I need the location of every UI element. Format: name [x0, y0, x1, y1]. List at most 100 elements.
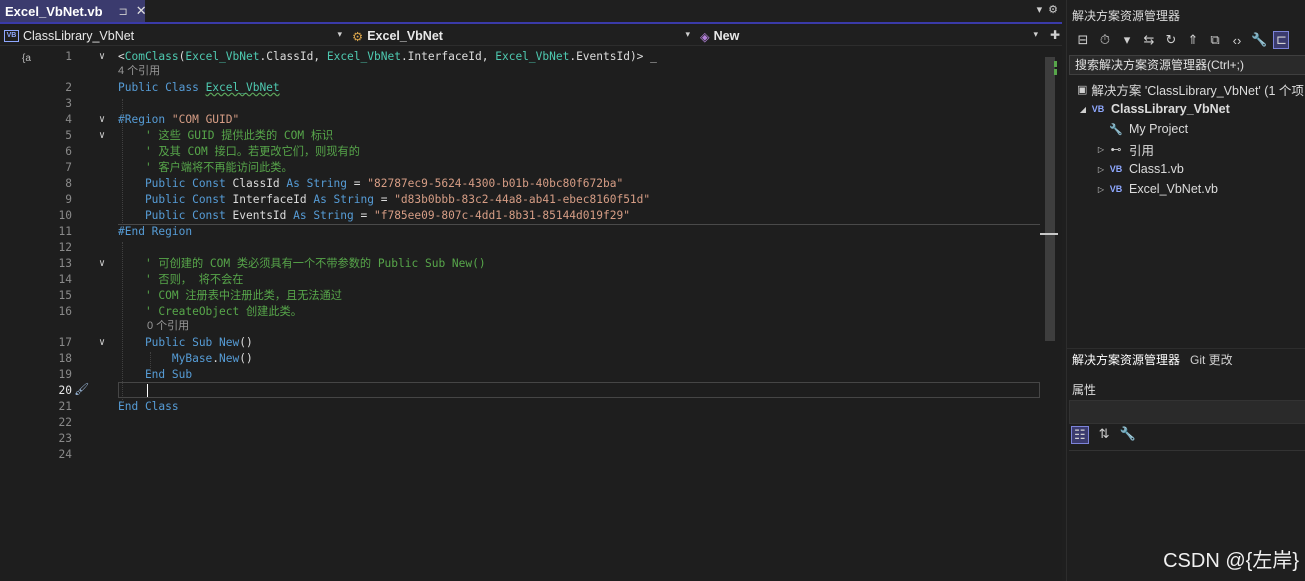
code-token: ' CreateObject 创建此类。: [118, 305, 302, 318]
code-text: Public Const EventsId As String = "f785e…: [118, 208, 630, 224]
fold-toggle-icon[interactable]: ∨: [99, 256, 105, 272]
code-token: EventsId: [232, 209, 294, 222]
code-line[interactable]: 5 ∨ ' 这些 GUID 提供此类的 COM 标识: [0, 128, 1040, 144]
class-dropdown[interactable]: ⚙ Excel_VbNet ▾: [352, 27, 692, 45]
code-line[interactable]: 18 MyBase.New(): [0, 351, 1040, 367]
tab-excel-vbnet-vb[interactable]: Excel_VbNet.vb ⊐ ✕: [0, 0, 147, 22]
code-line[interactable]: 7 ' 客户端将不再能访问此类。: [0, 160, 1040, 176]
codelens-references[interactable]: 0 个引用: [147, 319, 189, 333]
tab-list-dropdown-icon[interactable]: ▾: [1037, 3, 1043, 16]
property-pages-icon[interactable]: 🔧: [1120, 426, 1136, 444]
code-text: Public Const InterfaceId As String = "d8…: [118, 192, 650, 208]
code-line[interactable]: 12: [0, 240, 1040, 256]
properties-title: 属性: [1072, 383, 1097, 397]
code-line[interactable]: 10 Public Const EventsId As String = "f7…: [0, 208, 1040, 224]
wrench-icon: 🔧: [1109, 123, 1123, 136]
gear-icon[interactable]: ⚙: [1048, 3, 1058, 16]
code-line[interactable]: 11 #End Region: [0, 224, 1040, 240]
code-token: Excel_VbNet: [185, 50, 260, 63]
code-line[interactable]: 13 ∨ ' 可创建的 COM 类必须具有一个不带参数的 Public Sub N…: [0, 256, 1040, 272]
code-token: End Class: [118, 400, 179, 413]
code-line[interactable]: 19 End Sub: [0, 367, 1040, 383]
preview-selected-icon[interactable]: ⊏: [1273, 31, 1289, 49]
expand-twisty-icon[interactable]: ▷: [1095, 145, 1107, 154]
indent-guide: [122, 99, 123, 227]
code-line[interactable]: 17 ∨ Public Sub New(): [0, 335, 1040, 351]
code-line[interactable]: 4 ∨ #Region "COM GUID": [0, 112, 1040, 128]
code-line[interactable]: 14 ' 否则， 将不会在: [0, 272, 1040, 288]
switch-views-icon[interactable]: ⇆: [1141, 32, 1157, 48]
code-line[interactable]: 1 ∨ <ComClass(Excel_VbNet.ClassId, Excel_V…: [0, 49, 1040, 65]
code-line[interactable]: 22: [0, 415, 1040, 431]
code-line[interactable]: 9 Public Const InterfaceId As String = "…: [0, 192, 1040, 208]
properties-object-selector[interactable]: [1069, 400, 1305, 424]
vertical-scrollbar[interactable]: [1040, 47, 1062, 581]
vb-file-icon: VB: [1109, 184, 1123, 194]
tree-item-project[interactable]: ◢ VB ClassLibrary_VbNet: [1067, 99, 1305, 119]
code-line[interactable]: 15 ' COM 注册表中注册此类，且无法通过: [0, 288, 1040, 304]
fold-toggle-icon[interactable]: ∨: [99, 49, 105, 65]
collapse-all-icon[interactable]: ⇑: [1185, 32, 1201, 48]
code-line[interactable]: 24: [0, 447, 1040, 463]
fold-toggle-icon[interactable]: ∨: [99, 335, 105, 351]
tree-item-references[interactable]: ▷ ⊷ 引用: [1067, 139, 1305, 159]
code-token: (): [239, 336, 253, 349]
code-line[interactable]: 6 ' 及其 COM 接口。若更改它们，则现有的: [0, 144, 1040, 160]
code-text: MyBase.New(): [118, 351, 253, 367]
code-token: As String: [293, 209, 354, 222]
code-token: <: [118, 50, 125, 63]
line-number: 1: [65, 50, 72, 63]
code-token: Excel_VbNet: [205, 81, 280, 94]
code-text: End Sub: [118, 367, 192, 383]
refresh-icon[interactable]: ↻: [1163, 32, 1179, 48]
expand-twisty-icon[interactable]: ▷: [1095, 165, 1107, 174]
code-line[interactable]: 23: [0, 431, 1040, 447]
code-line[interactable]: 16 ' CreateObject 创建此类。: [0, 304, 1040, 320]
line-number: 22: [58, 416, 72, 429]
tab-git-changes[interactable]: Git 更改: [1190, 351, 1233, 368]
line-number: 9: [65, 193, 72, 206]
project-dropdown[interactable]: VB ClassLibrary_VbNet ▾: [4, 27, 344, 45]
close-icon[interactable]: ✕: [136, 3, 147, 19]
code-area[interactable]: {a 1 ∨ <ComClass(Excel_VbNet.ClassId, Exce…: [0, 47, 1062, 581]
expand-twisty-icon[interactable]: ◢: [1077, 105, 1089, 114]
split-editor-icon[interactable]: ✚: [1050, 28, 1060, 42]
line-number: 4: [65, 113, 72, 126]
history-dropdown-icon[interactable]: ▾: [1119, 32, 1135, 48]
fold-toggle-icon[interactable]: ∨: [99, 128, 105, 144]
code-line[interactable]: 3: [0, 96, 1040, 112]
vb-project-icon: VB: [4, 30, 19, 42]
code-line[interactable]: 21 End Class: [0, 399, 1040, 415]
current-line-highlight: [118, 382, 1040, 398]
code-view-icon[interactable]: ‹›: [1229, 33, 1245, 48]
pin-icon[interactable]: ⊐: [119, 5, 128, 18]
line-number: 17: [58, 336, 72, 349]
code-line[interactable]: 8 Public Const ClassId As String = "8278…: [0, 176, 1040, 192]
tree-item-label: Excel_VbNet.vb: [1129, 182, 1218, 196]
code-line[interactable]: 2 Public Class Excel_VbNet: [0, 80, 1040, 96]
alphabetical-sort-icon[interactable]: ⇅: [1099, 426, 1110, 444]
expand-twisty-icon[interactable]: ▷: [1095, 185, 1107, 194]
tree-item-excel-vbnet-vb[interactable]: ▷ VB Excel_VbNet.vb: [1067, 179, 1305, 199]
code-cleanup-brush-icon[interactable]: 🖌: [74, 382, 89, 396]
tree-item-class1-vb[interactable]: ▷ VB Class1.vb: [1067, 159, 1305, 179]
line-number: 20: [58, 384, 72, 397]
code-token: .ClassId,: [259, 50, 327, 63]
tree-item-my-project[interactable]: 🔧 My Project: [1067, 119, 1305, 139]
indent-guide: [122, 242, 123, 402]
tree-item-label: 解决方案 'ClassLibrary_VbNet' (1 个项目: [1091, 83, 1305, 98]
properties-wrench-icon[interactable]: 🔧: [1251, 32, 1267, 48]
tab-solution-explorer[interactable]: 解决方案资源管理器: [1072, 351, 1180, 368]
tree-item-solution[interactable]: ▣ 解决方案 'ClassLibrary_VbNet' (1 个项目: [1067, 79, 1305, 99]
member-dropdown[interactable]: ◈ New ▾: [700, 27, 1040, 45]
sync-with-active-document-icon[interactable]: ⊟: [1075, 32, 1091, 48]
categorized-icon[interactable]: ☷: [1071, 426, 1089, 444]
code-editor: Excel_VbNet.vb ⊐ ✕ ▾ ⚙ VB ClassLibrary_V…: [0, 0, 1062, 581]
fold-toggle-icon[interactable]: ∨: [99, 112, 105, 128]
scrollbar-thumb[interactable]: [1045, 57, 1055, 341]
solution-search-input[interactable]: 搜索解决方案资源管理器(Ctrl+;): [1069, 55, 1305, 75]
codelens-references[interactable]: 4 个引用: [118, 64, 160, 78]
history-icon[interactable]: ⏱: [1097, 32, 1113, 48]
indent-guide: [150, 352, 151, 372]
show-all-files-icon[interactable]: ⧉: [1207, 32, 1223, 48]
